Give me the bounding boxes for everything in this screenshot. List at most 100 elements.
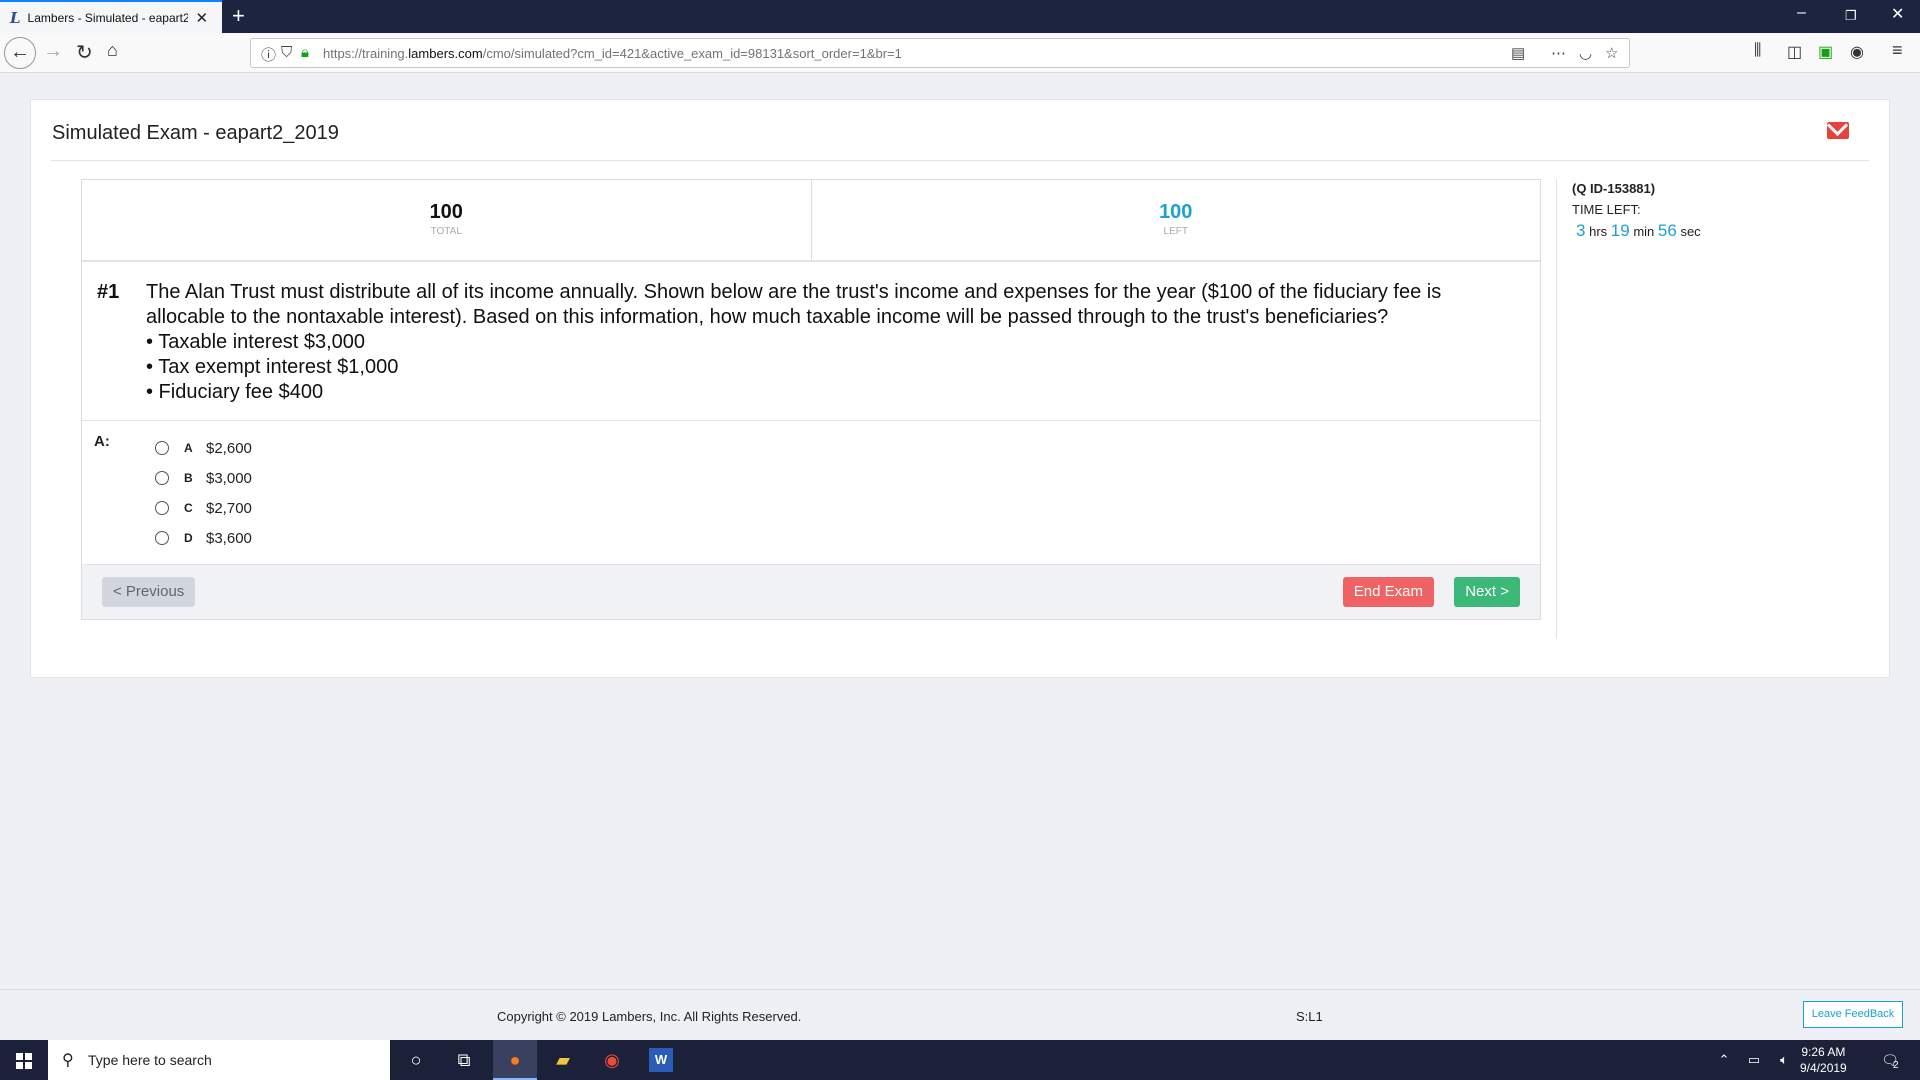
new-tab-icon[interactable]: + [232, 3, 245, 29]
stats-row: 100 TOTAL 100 LEFT [82, 180, 1540, 262]
extension-icon[interactable]: ▣ [1818, 42, 1833, 62]
mail-icon[interactable] [1827, 122, 1849, 139]
browser-tab[interactable]: L Lambers - Simulated - eapart2_ ✕ [0, 0, 222, 33]
total-count: 100 [429, 201, 463, 223]
url-prefix: https://training. [323, 46, 409, 61]
question-bullet: • Taxable interest $3,000 [146, 331, 366, 353]
url-path: /cmo/simulated?cm_id=421&active_exam_id=… [482, 46, 902, 61]
word-icon[interactable]: W [649, 1048, 673, 1072]
question-body: #1 The Alan Trust must distribute all of… [82, 262, 1540, 421]
radio-button[interactable] [155, 441, 169, 455]
option-text: $2,600 [206, 439, 252, 457]
divider [51, 160, 1869, 161]
firefox-icon[interactable]: ● [503, 1048, 527, 1072]
bookmark-star-icon[interactable]: ☆ [1605, 44, 1618, 62]
timer-hours: 3 [1576, 221, 1586, 240]
volume-icon[interactable]: 🔈︎ [1772, 1048, 1796, 1072]
chrome-icon[interactable]: ◉ [600, 1048, 624, 1072]
url-bar[interactable]: ⓘ ⛉ 🔒︎ https://training.lambers.com/cmo/… [250, 38, 1630, 68]
tab-title: Lambers - Simulated - eapart2_ [27, 10, 188, 25]
url-text[interactable]: https://training.lambers.com/cmo/simulat… [323, 46, 902, 61]
lock-icon: 🔒︎ [301, 44, 309, 61]
url-domain: lambers.com [408, 46, 483, 61]
search-placeholder: Type here to search [88, 1052, 212, 1068]
home-icon[interactable]: ⌂ [107, 40, 118, 61]
question-panel: 100 TOTAL 100 LEFT #1 The Alan Trust mus… [81, 179, 1541, 620]
left-label: LEFT [1163, 226, 1188, 237]
close-tab-icon[interactable]: ✕ [196, 9, 209, 27]
time-left-label: TIME LEFT: [1572, 202, 1641, 217]
question-id: (Q ID-153881) [1572, 181, 1656, 196]
info-icon[interactable]: ⓘ [261, 44, 276, 65]
option-letter: A [184, 441, 193, 455]
notification-count: 2 [1893, 1060, 1899, 1071]
option-text: $2,700 [206, 499, 252, 517]
countdown-timer: 3 hrs 19 min 56 sec [1576, 221, 1856, 241]
taskbar-clock[interactable]: 9:26 AM 9/4/2019 [1800, 1044, 1847, 1076]
account-icon[interactable]: ◉ [1850, 42, 1864, 62]
leave-feedback-button[interactable]: Leave FeedBack [1803, 1001, 1903, 1028]
option-letter: C [184, 501, 193, 515]
total-label: TOTAL [430, 226, 462, 237]
shield-icon[interactable]: ⛉ [281, 44, 292, 61]
page-footer: Copyright © 2019 Lambers, Inc. All Right… [0, 989, 1920, 1039]
timer-minutes: 19 [1610, 221, 1630, 240]
clock-time: 9:26 AM [1801, 1045, 1846, 1059]
sl-indicator: S:L1 [1296, 1009, 1323, 1024]
windows-start-icon[interactable] [16, 1053, 32, 1069]
answer-options: A: A $2,600 B $3,000 C $2,700 D $3,600 [82, 421, 1540, 563]
question-actions: < Previous End Exam Next > [82, 564, 1540, 619]
task-view-icon[interactable]: ⧉ [452, 1048, 476, 1072]
browser-navbar: ← → ↻ ⌂ ⓘ ⛉ 🔒︎ https://training.lambers.… [0, 33, 1920, 73]
back-icon[interactable]: ← [4, 37, 36, 69]
tray-chevron-icon[interactable]: ⌃ [1712, 1048, 1736, 1072]
answers-label: A: [94, 433, 110, 450]
library-icon[interactable]: ⫼ [1754, 42, 1761, 60]
pocket-icon[interactable]: ◡ [1579, 44, 1592, 62]
restore-icon[interactable]: ❐ [1845, 8, 1857, 24]
forward-icon[interactable]: → [43, 40, 63, 63]
windows-taskbar: ⚲ Type here to search ○ ⧉ ● ▰ ◉ W ⌃ ▭ 🔈︎… [0, 1040, 1920, 1080]
question-bullet: • Tax exempt interest $1,000 [146, 356, 399, 378]
radio-button[interactable] [155, 501, 169, 515]
timer-seconds-unit: sec [1680, 224, 1701, 239]
page-actions-icon[interactable]: ⋯ [1551, 44, 1566, 62]
radio-button[interactable] [155, 531, 169, 545]
answer-option-b[interactable]: B $3,000 [155, 463, 1540, 493]
window-close-icon[interactable]: ✕ [1891, 4, 1904, 24]
radio-button[interactable] [155, 471, 169, 485]
timer-minutes-unit: min [1633, 224, 1655, 239]
answer-option-a[interactable]: A $2,600 [155, 433, 1540, 463]
option-text: $3,000 [206, 469, 252, 487]
left-count: 100 [1159, 201, 1193, 223]
stat-left: 100 LEFT [810, 180, 1541, 260]
clock-date: 9/4/2019 [1800, 1061, 1847, 1075]
sidebar-toggle-icon[interactable]: ◫ [1787, 42, 1802, 62]
page-title: Simulated Exam - eapart2_2019 [52, 122, 339, 144]
question-text: The Alan Trust must distribute all of it… [146, 281, 1442, 328]
timer-hours-unit: hrs [1589, 224, 1608, 239]
timer-sidebar: (Q ID-153881) TIME LEFT: 3 hrs 19 min 56… [1556, 179, 1856, 639]
answer-option-d[interactable]: D $3,600 [155, 523, 1540, 553]
menu-icon[interactable]: ≡ [1892, 40, 1903, 61]
timer-seconds: 56 [1657, 221, 1677, 240]
previous-button[interactable]: < Previous [102, 577, 196, 607]
battery-icon[interactable]: ▭ [1742, 1048, 1766, 1072]
reload-icon[interactable]: ↻ [76, 40, 93, 65]
reader-view-icon[interactable]: ▤ [1511, 44, 1525, 62]
question-number: #1 [97, 281, 120, 303]
taskbar-search[interactable]: ⚲ Type here to search [48, 1040, 390, 1080]
option-text: $3,600 [206, 529, 252, 547]
end-exam-button[interactable]: End Exam [1342, 577, 1434, 607]
minimize-icon[interactable]: – [1797, 4, 1806, 22]
browser-titlebar: L Lambers - Simulated - eapart2_ ✕ + – ❐… [0, 0, 1920, 33]
search-icon: ⚲ [62, 1052, 74, 1069]
next-button[interactable]: Next > [1454, 577, 1520, 607]
question-bullet: • Fiduciary fee $400 [146, 381, 324, 403]
lambers-favicon: L [10, 8, 21, 27]
cortana-icon[interactable]: ○ [404, 1048, 428, 1072]
copyright-text: Copyright © 2019 Lambers, Inc. All Right… [497, 1009, 802, 1024]
stat-total: 100 TOTAL [82, 180, 811, 260]
file-explorer-icon[interactable]: ▰ [551, 1048, 575, 1072]
answer-option-c[interactable]: C $2,700 [155, 493, 1540, 523]
